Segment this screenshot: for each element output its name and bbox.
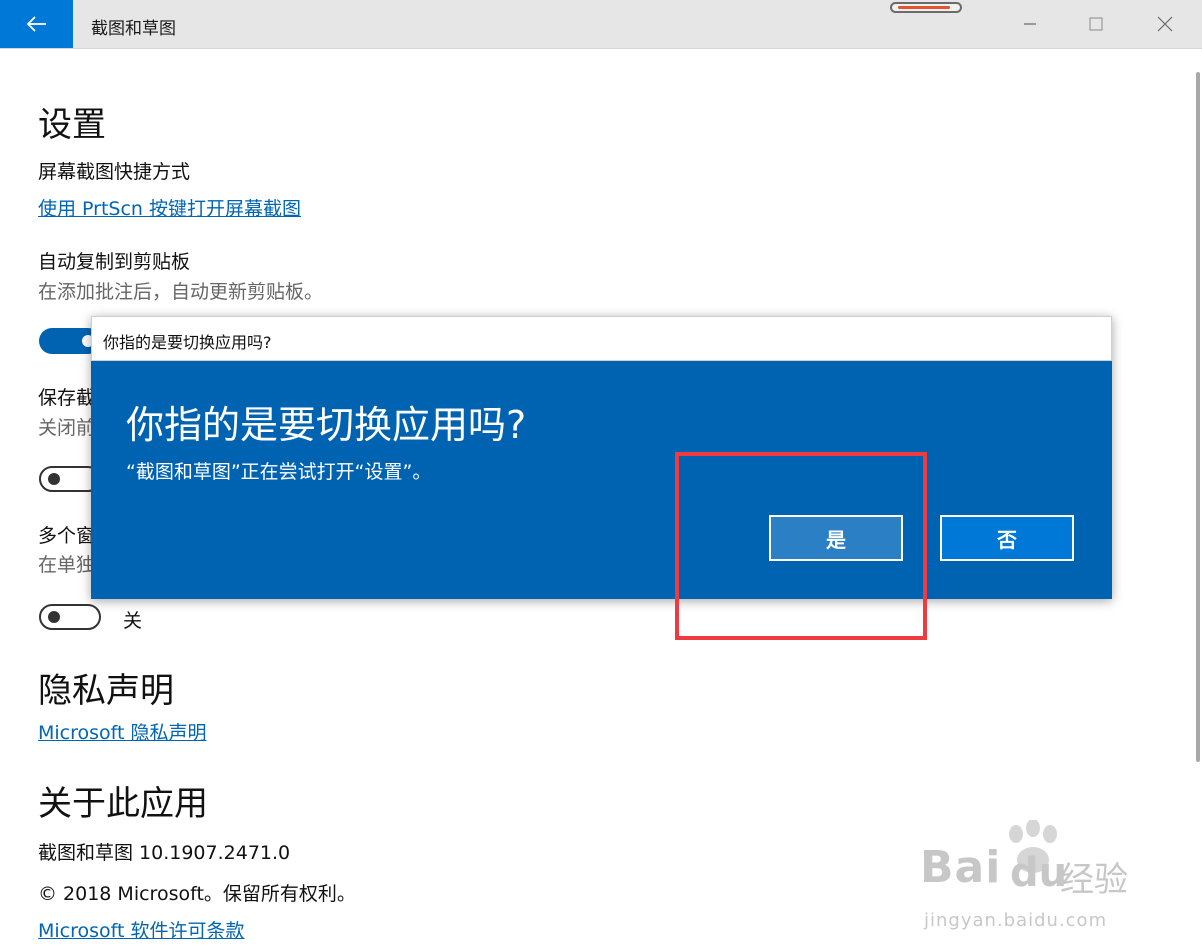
maximize-icon	[1089, 17, 1103, 31]
dialog-bar-title: 你指的是要切换应用吗?	[103, 333, 272, 352]
minimize-button[interactable]	[1018, 12, 1042, 36]
watermark-brand: Bai	[920, 842, 1002, 893]
dialog-message: “截图和草图”正在尝试打开“设置”。	[126, 461, 432, 483]
switch-app-dialog: 你指的是要切换应用吗? 你指的是要切换应用吗? “截图和草图”正在尝试打开“设置…	[91, 316, 1112, 599]
dialog-title-bar: 你指的是要切换应用吗?	[91, 316, 1112, 361]
title-bar: 截图和草图	[0, 0, 1202, 49]
save-label: 保存截	[38, 387, 96, 409]
settings-heading: 设置	[38, 105, 106, 145]
no-button[interactable]: 否	[940, 515, 1074, 561]
prtscn-shortcut-link[interactable]: 使用 PrtScn 按键打开屏幕截图	[38, 194, 301, 221]
multi-window-description: 在单独	[38, 554, 96, 576]
license-link[interactable]: Microsoft 软件许可条款	[38, 916, 245, 943]
privacy-heading: 隐私声明	[38, 671, 174, 711]
clipboard-description: 在添加批注后，自动更新剪贴板。	[38, 281, 324, 303]
app-title: 截图和草图	[91, 19, 176, 39]
shortcut-label: 屏幕截图快捷方式	[38, 161, 191, 183]
copyright-text: © 2018 Microsoft。保留所有权利。	[38, 883, 356, 905]
multi-window-toggle[interactable]	[39, 604, 101, 630]
close-button[interactable]	[1153, 12, 1177, 36]
watermark-url: jingyan.baidu.com	[924, 910, 1108, 931]
vertical-scrollbar[interactable]	[1196, 72, 1200, 762]
dialog-heading: 你指的是要切换应用吗?	[126, 403, 527, 447]
clipboard-label: 自动复制到剪贴板	[38, 251, 191, 273]
multi-window-toggle-state: 关	[123, 610, 143, 632]
baidu-watermark: Bai du 经验 jingyan.baidu.com	[920, 820, 1140, 940]
app-version: 截图和草图 10.1907.2471.0	[38, 842, 291, 864]
close-icon	[1157, 16, 1173, 32]
back-button[interactable]	[0, 0, 73, 48]
privacy-link[interactable]: Microsoft 隐私声明	[38, 718, 207, 745]
maximize-button[interactable]	[1084, 12, 1108, 36]
annotation-highlight-box	[675, 452, 927, 640]
drag-handle[interactable]	[890, 2, 962, 13]
watermark-du: du	[1010, 850, 1068, 896]
multi-window-label: 多个窗	[38, 525, 96, 547]
minimize-icon	[1024, 23, 1036, 25]
about-heading: 关于此应用	[38, 784, 208, 824]
back-arrow-icon	[26, 16, 46, 32]
watermark-brand-cn: 经验	[1060, 860, 1128, 900]
save-description: 关闭前	[38, 417, 96, 439]
